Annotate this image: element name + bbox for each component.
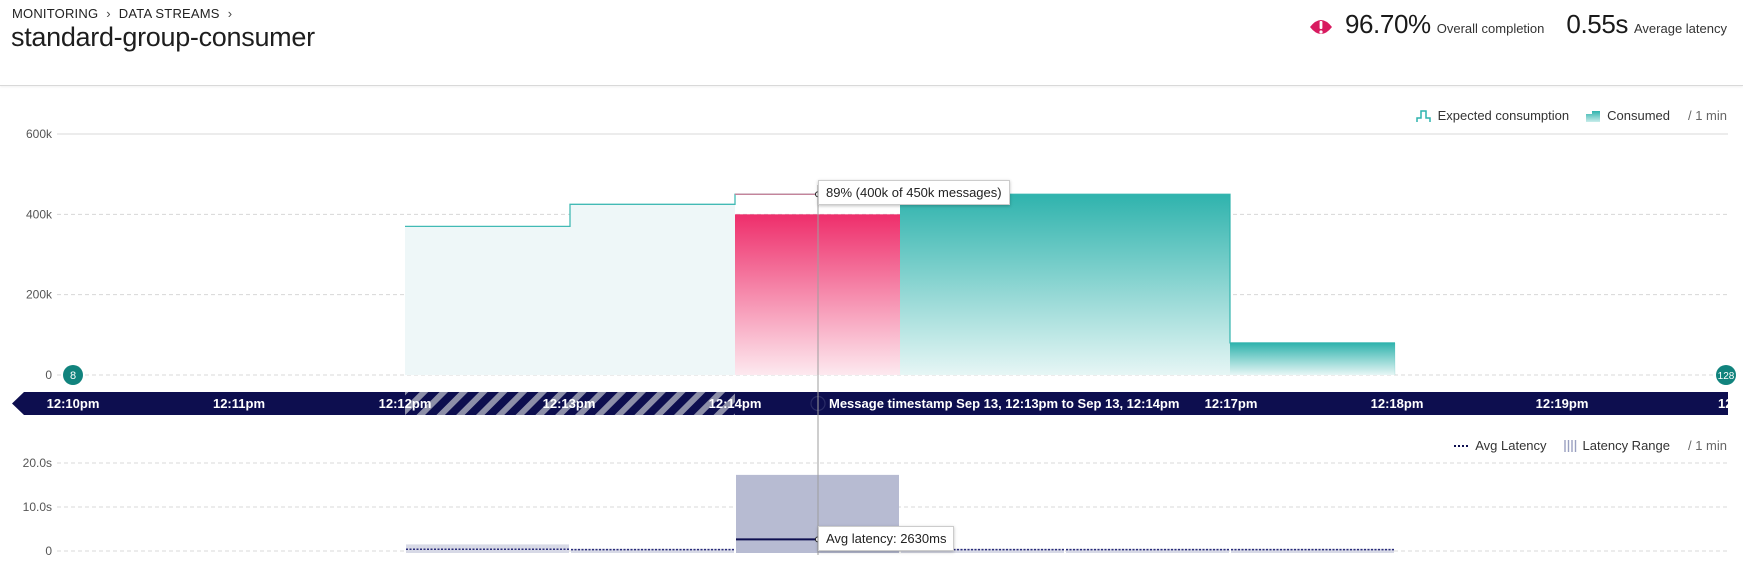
y-tick-label: 0 (45, 544, 52, 558)
charts-canvas: 600k 400k 200k 0 8 128 12:10pm 12:11pm 12:12p… (12, 127, 1743, 558)
latency-tooltip: Avg latency: 2630ms (818, 526, 955, 551)
badge-left[interactable]: 8 (63, 365, 83, 385)
y-tick-label: 10.0s (23, 500, 52, 514)
badge-left-text: 8 (70, 370, 76, 382)
timeline-selection-label: Message timestamp Sep 13, 12:13pm to Sep… (829, 396, 1179, 411)
consumption-tooltip: 89% (400k of 450k messages) (818, 180, 1010, 205)
timeline-tick-label: 12:19pm (1536, 396, 1589, 411)
consumed-bar (1230, 342, 1395, 375)
consumed-bar (570, 204, 735, 375)
consumed-bar (1065, 194, 1230, 375)
timeline-tick-label: 12:13pm (543, 396, 596, 411)
triangle-left-icon (12, 392, 24, 415)
timeline-tick-label: 12:18pm (1371, 396, 1424, 411)
y-tick-label: 400k (26, 207, 53, 221)
badge-right-text: 128 (1718, 371, 1735, 382)
y-tick-label: 200k (26, 288, 53, 302)
y-tick-label: 0 (45, 368, 52, 382)
y-tick-label: 600k (26, 127, 53, 141)
timeline-tick-label: 12:17pm (1205, 396, 1258, 411)
badge-right[interactable]: 128 (1716, 365, 1736, 385)
timeline-tick-label: 12:2 (1718, 396, 1743, 411)
timeline-tick-label: 12:11pm (213, 396, 265, 411)
consumption-marks (405, 191, 1396, 375)
timeline-tick-label: 12:14pm (709, 396, 762, 411)
timeline-tick-label: 12:12pm (379, 396, 432, 411)
consumed-bar (900, 194, 1065, 375)
consumed-bar (405, 226, 570, 375)
timeline-tick-label: 12:10pm (47, 396, 100, 411)
y-tick-label: 20.0s (23, 456, 52, 470)
